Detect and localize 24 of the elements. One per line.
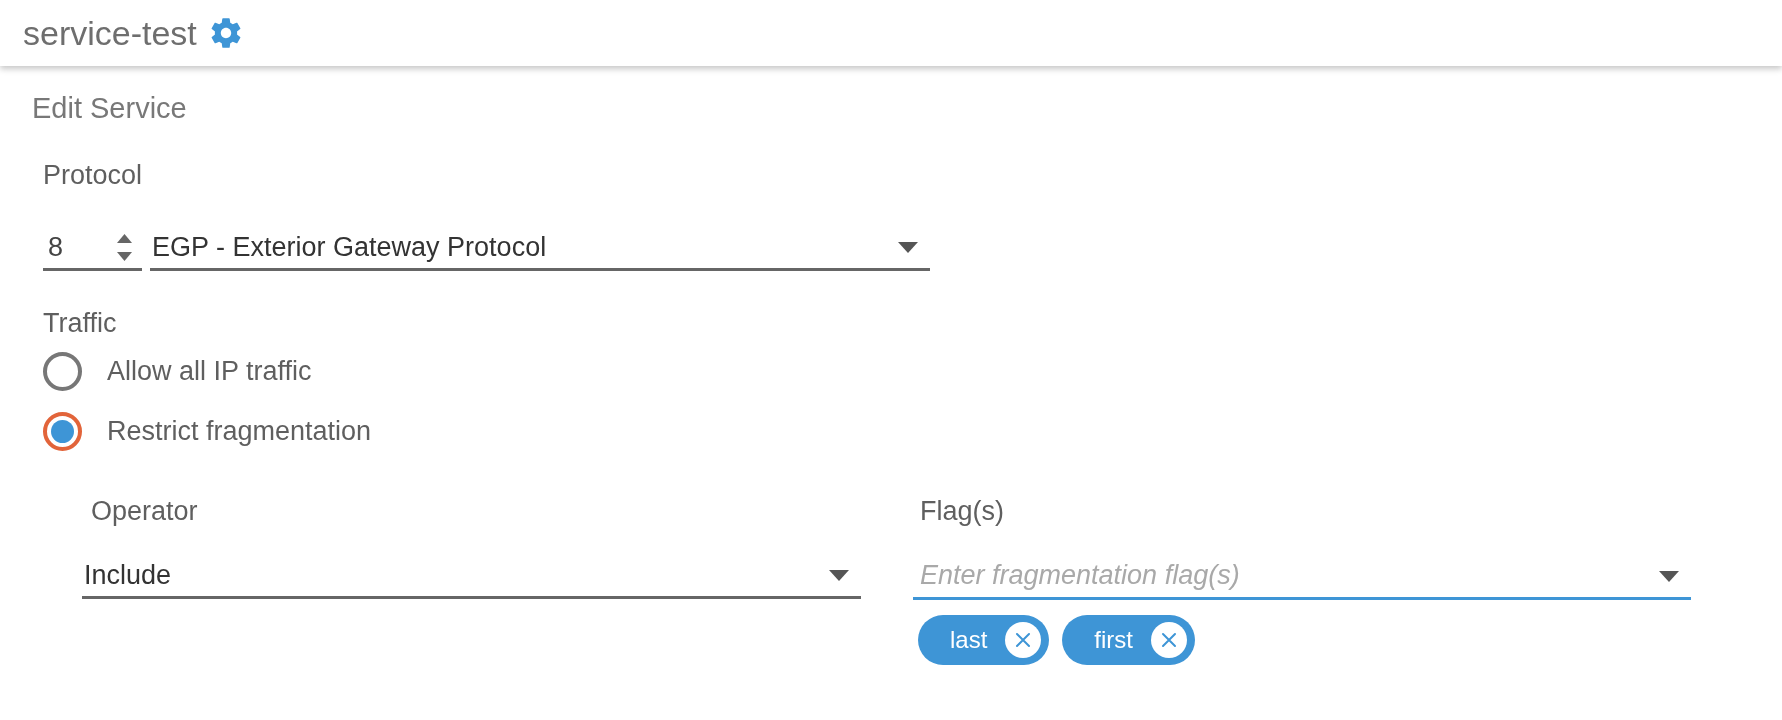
page-title: Edit Service (32, 92, 187, 124)
field-label: Flag(s) (920, 496, 1004, 526)
field-label: Protocol (43, 160, 143, 190)
caret-down-icon[interactable] (1659, 571, 1679, 582)
flags-input-field[interactable]: Enter fragmentation flag(s) (913, 554, 1691, 600)
close-icon[interactable] (1005, 622, 1042, 658)
radio-label[interactable]: Restrict fragmentation (107, 416, 372, 446)
caret-up-icon[interactable] (117, 233, 132, 243)
radio-label[interactable]: Allow all IP traffic (107, 356, 312, 386)
number-field[interactable]: 8 (43, 226, 142, 271)
settings-icon[interactable] (210, 18, 241, 48)
close-icon[interactable] (1151, 622, 1188, 658)
chip-label: last (950, 626, 988, 654)
caret-down-icon[interactable] (898, 241, 918, 253)
caret-down-icon[interactable] (829, 569, 849, 581)
radio-button[interactable] (43, 351, 82, 391)
chip-label: first (1094, 626, 1134, 654)
operator-select[interactable]: Include (82, 554, 861, 599)
field-label: Traffic (43, 308, 117, 338)
protocol-select[interactable]: EGP - Exterior Gateway Protocol (150, 226, 930, 271)
field-label: Operator (91, 496, 198, 526)
radio-button[interactable] (43, 411, 82, 451)
service-title: service-test (23, 13, 197, 53)
caret-down-icon[interactable] (117, 251, 132, 261)
